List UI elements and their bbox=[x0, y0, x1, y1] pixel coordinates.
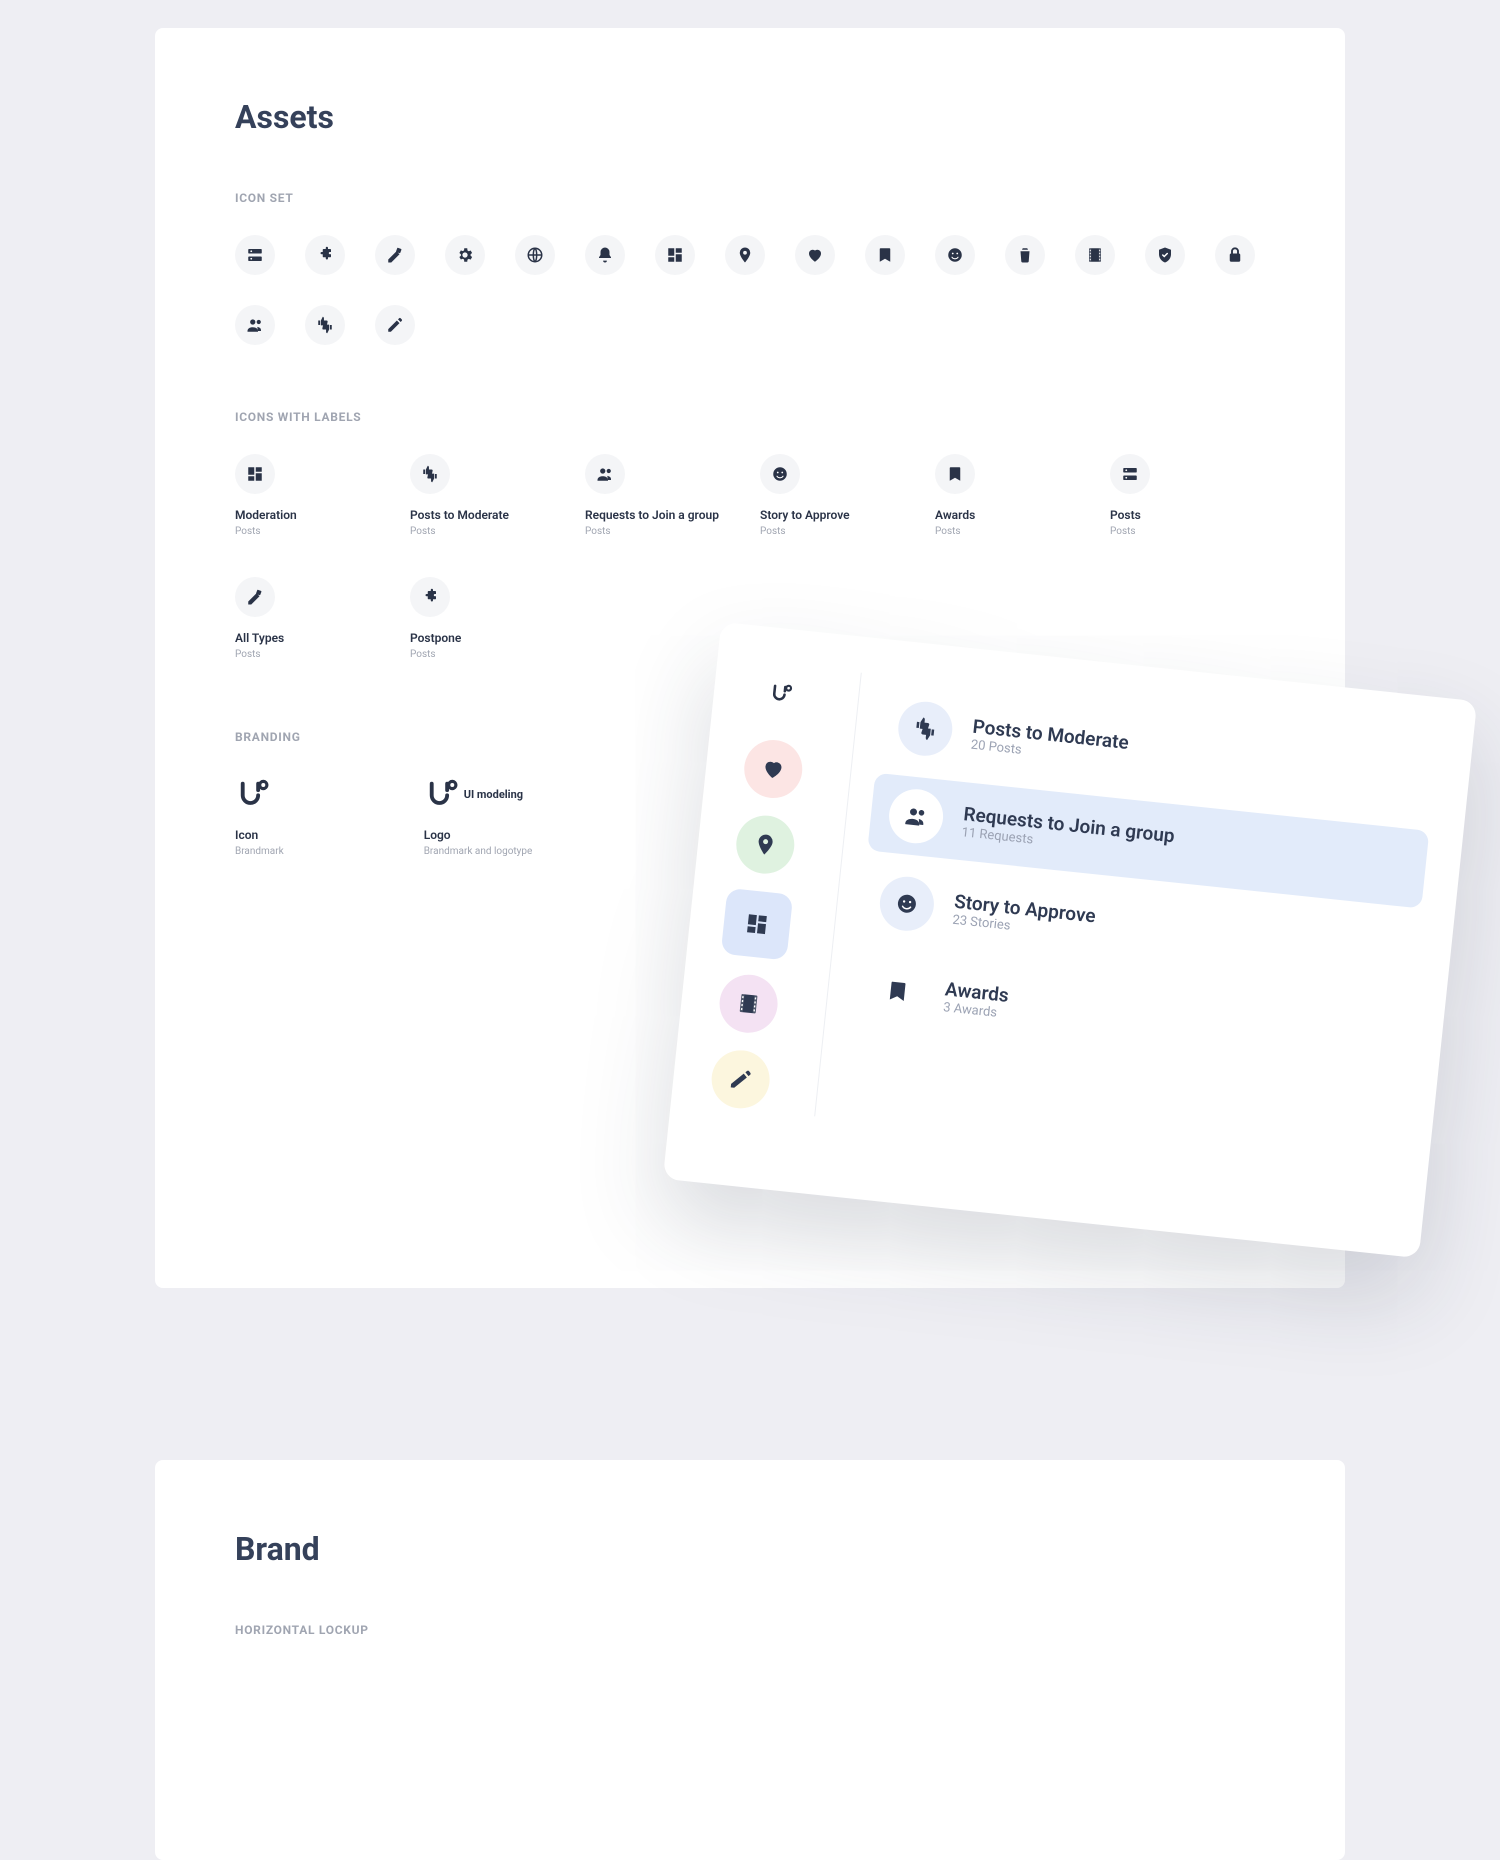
brand-logo: UI modeling Logo Brandmark and logotype bbox=[424, 774, 533, 857]
thumbs-icon bbox=[305, 305, 345, 345]
film-icon bbox=[1075, 235, 1115, 275]
labeled-sub: Posts bbox=[1110, 526, 1265, 537]
brand-sub: Brandmark bbox=[235, 846, 284, 857]
sidebar-heart-icon[interactable] bbox=[741, 737, 805, 801]
style-icon bbox=[375, 235, 415, 275]
sidebar-pin-icon[interactable] bbox=[733, 813, 797, 877]
group-icon bbox=[235, 305, 275, 345]
face-icon bbox=[935, 235, 975, 275]
labeled-sub: Posts bbox=[235, 526, 390, 537]
sidebar-film-icon[interactable] bbox=[717, 972, 781, 1036]
bookmark-icon bbox=[868, 962, 927, 1021]
labeled-label: Posts bbox=[1110, 508, 1265, 522]
dashboard-icon bbox=[655, 235, 695, 275]
assets-title: Assets bbox=[235, 98, 1265, 136]
labeled-requests: Requests to Join a group Posts bbox=[585, 454, 740, 537]
labeled-sub: Posts bbox=[760, 526, 915, 537]
labeled-posts-to-moderate: Posts to Moderate Posts bbox=[410, 454, 565, 537]
thumbs-icon bbox=[410, 454, 450, 494]
labeled-label: All Types bbox=[235, 631, 390, 645]
puzzle-icon bbox=[410, 577, 450, 617]
thumbs-icon bbox=[896, 699, 955, 758]
section-icons-with-labels: ICONS WITH LABELS bbox=[235, 410, 1265, 424]
puzzle-icon bbox=[305, 235, 345, 275]
labeled-label: Postpone bbox=[410, 631, 565, 645]
labeled-label: Posts to Moderate bbox=[410, 508, 565, 522]
dashboard-icon bbox=[235, 454, 275, 494]
face-icon bbox=[877, 874, 936, 933]
brand-label: Icon bbox=[235, 828, 284, 842]
labeled-story: Story to Approve Posts bbox=[760, 454, 915, 537]
labeled-label: Moderation bbox=[235, 508, 390, 522]
heart-icon bbox=[795, 235, 835, 275]
mock-preview-card: Posts to Moderate 20 Posts Requests to J… bbox=[663, 622, 1477, 1258]
globe-icon bbox=[515, 235, 555, 275]
mock-sidebar bbox=[705, 661, 837, 1114]
group-icon bbox=[585, 454, 625, 494]
brandmark-logo: UI modeling bbox=[424, 774, 533, 814]
bell-icon bbox=[585, 235, 625, 275]
pin-icon bbox=[725, 235, 765, 275]
brand-label: Logo bbox=[424, 828, 533, 842]
brand-card: Brand HORIZONTAL LOCKUP bbox=[155, 1460, 1345, 1860]
labeled-postpone: Postpone Posts bbox=[410, 577, 565, 660]
mock-list: Posts to Moderate 20 Posts Requests to J… bbox=[839, 675, 1440, 1177]
lock-icon bbox=[1215, 235, 1255, 275]
brand-icon: Icon Brandmark bbox=[235, 774, 284, 857]
sidebar-edit-icon[interactable] bbox=[709, 1047, 773, 1111]
group-icon bbox=[886, 787, 945, 846]
labeled-label: Story to Approve bbox=[760, 508, 915, 522]
labeled-sub: Posts bbox=[585, 526, 740, 537]
labeled-awards: Awards Posts bbox=[935, 454, 1090, 537]
labeled-label: Awards bbox=[935, 508, 1090, 522]
labeled-all-types: All Types Posts bbox=[235, 577, 390, 660]
face-icon bbox=[760, 454, 800, 494]
edit-icon bbox=[375, 305, 415, 345]
brandmark-icon bbox=[235, 774, 284, 814]
labeled-sub: Posts bbox=[410, 526, 565, 537]
brand-title: Brand bbox=[235, 1530, 1265, 1568]
icon-set-grid bbox=[235, 235, 1265, 345]
brandmark-icon[interactable] bbox=[749, 662, 813, 726]
labeled-posts: Posts Posts bbox=[1110, 454, 1265, 537]
bookmark-icon bbox=[865, 235, 905, 275]
gear-icon bbox=[445, 235, 485, 275]
labeled-sub: Posts bbox=[935, 526, 1090, 537]
labeled-sub: Posts bbox=[410, 649, 565, 660]
brand-sub: Brandmark and logotype bbox=[424, 846, 533, 857]
labeled-moderation: Moderation Posts bbox=[235, 454, 390, 537]
section-icon-set: ICON SET bbox=[235, 191, 1265, 205]
labeled-sub: Posts bbox=[235, 649, 390, 660]
section-horizontal-lockup: HORIZONTAL LOCKUP bbox=[235, 1623, 1265, 1637]
logo-wordmark: UI modeling bbox=[464, 788, 523, 801]
trash-icon bbox=[1005, 235, 1045, 275]
server-icon bbox=[1110, 454, 1150, 494]
labeled-label: Requests to Join a group bbox=[585, 508, 740, 522]
server-icon bbox=[235, 235, 275, 275]
shield-icon bbox=[1145, 235, 1185, 275]
bookmark-icon bbox=[935, 454, 975, 494]
sidebar-dashboard-icon[interactable] bbox=[721, 888, 794, 961]
style-icon bbox=[235, 577, 275, 617]
